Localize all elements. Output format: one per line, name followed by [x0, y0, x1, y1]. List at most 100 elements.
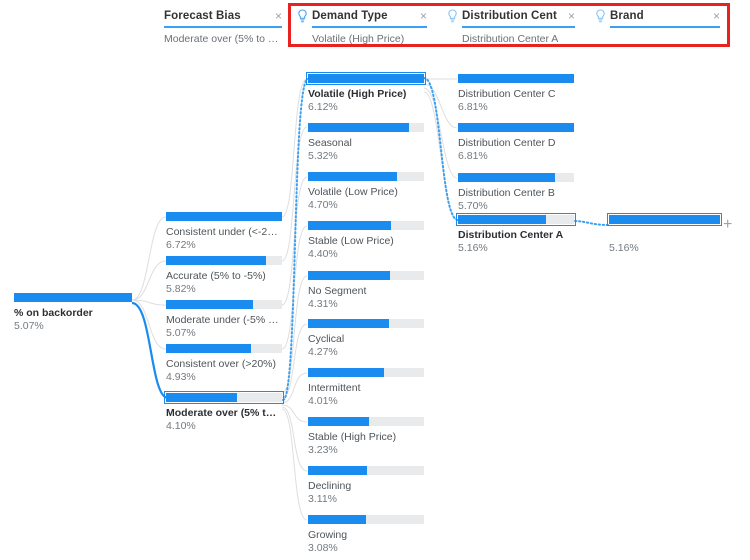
tree-node-no-segment[interactable]: No Segment 4.31%: [308, 271, 424, 310]
lightbulb-icon: [595, 9, 606, 23]
header-brand[interactable]: Brand ×: [595, 8, 720, 33]
tree-node-volatile-high-price[interactable]: Volatile (High Price) 6.12%: [306, 72, 426, 113]
bar-fill: [166, 393, 237, 402]
tree-node-growing[interactable]: Growing 3.08%: [308, 515, 424, 554]
node-value: 4.27%: [308, 346, 338, 358]
bar-fill: [308, 123, 409, 132]
tree-node-dc-a[interactable]: Distribution Center A 5.16%: [456, 213, 576, 254]
node-label: Seasonal: [308, 137, 352, 149]
node-label: Moderate over (5% t…: [166, 407, 277, 419]
header-forecast-bias[interactable]: Forecast Bias × Moderate over (5% to …: [164, 8, 282, 45]
header-title: Forecast Bias: [164, 10, 241, 22]
bar-track: [164, 391, 284, 404]
node-value: 4.01%: [308, 395, 338, 407]
node-label: Consistent under (<-2…: [166, 226, 278, 238]
tree-node-dc-c[interactable]: Distribution Center C 6.81%: [458, 74, 574, 113]
node-label: % on backorder: [14, 307, 93, 319]
node-value: 5.16%: [458, 242, 488, 254]
bar-track: [456, 213, 576, 226]
header-title: Demand Type: [312, 10, 388, 22]
tree-node-intermittent[interactable]: Intermittent 4.01%: [308, 368, 424, 407]
bar-fill: [308, 221, 392, 230]
node-label: Growing: [308, 529, 348, 541]
bar-track: [308, 172, 424, 181]
link-volatile-to-dc-a: [423, 77, 459, 221]
tree-node-dc-b[interactable]: Distribution Center B 5.70%: [458, 173, 574, 212]
node-label: Distribution Center B: [458, 187, 555, 199]
tree-node-dc-d[interactable]: Distribution Center D 6.81%: [458, 123, 574, 162]
bar-track: [308, 466, 424, 475]
bar-track: [458, 173, 574, 182]
node-value: 5.16%: [609, 242, 639, 254]
tree-node-accurate[interactable]: Accurate (5% to -5%) 5.82%: [166, 256, 282, 295]
bar-track: [308, 271, 424, 280]
bar-track: [308, 123, 424, 132]
link-moderate-over-to-volatile: [282, 78, 309, 401]
tree-node-cyclical[interactable]: Cyclical 4.27%: [308, 319, 424, 358]
tree-node-stable-low-price[interactable]: Stable (Low Price) 4.40%: [308, 221, 424, 260]
bar-fill: [166, 344, 252, 353]
header-underline: [312, 26, 427, 28]
bar-fill: [308, 368, 384, 377]
bar-fill: [308, 319, 389, 328]
bar-fill: [609, 215, 720, 224]
header-underline: [164, 26, 282, 28]
bar-track: [166, 300, 282, 309]
bar-track: [14, 293, 132, 302]
node-value: 5.07%: [14, 320, 44, 332]
add-level-button[interactable]: +: [723, 217, 732, 233]
tree-node-consistent-under[interactable]: Consistent under (<-2… 6.72%: [166, 212, 282, 251]
node-value: 6.12%: [308, 101, 338, 113]
node-value: 3.23%: [308, 444, 338, 456]
node-value: 4.31%: [308, 298, 338, 310]
bar-fill: [308, 466, 367, 475]
tree-node-seasonal[interactable]: Seasonal 5.32%: [308, 123, 424, 162]
node-label: Distribution Center A: [458, 229, 564, 241]
node-value: 6.81%: [458, 101, 488, 113]
tree-node-stable-high-price[interactable]: Stable (High Price) 3.23%: [308, 417, 424, 456]
close-icon[interactable]: ×: [414, 10, 427, 22]
node-value: 4.40%: [308, 248, 338, 260]
header-subtitle: Volatile (High Price): [312, 32, 405, 45]
tree-node-moderate-over[interactable]: Moderate over (5% t… 4.10%: [164, 391, 284, 432]
close-icon[interactable]: ×: [269, 10, 282, 22]
node-value: 4.10%: [166, 420, 196, 432]
close-icon[interactable]: ×: [562, 10, 575, 22]
close-icon[interactable]: ×: [707, 10, 720, 22]
node-label: Distribution Center C: [458, 88, 556, 100]
tree-node-consistent-over[interactable]: Consistent over (>20%) 4.93%: [166, 344, 282, 383]
node-value: 3.08%: [308, 542, 338, 554]
node-value: 5.70%: [458, 200, 488, 212]
tree-node-root[interactable]: % on backorder 5.07%: [14, 293, 132, 332]
node-label: Declining: [308, 480, 352, 492]
tree-node-brand-total[interactable]: 5.16%: [607, 213, 722, 254]
node-value: 3.11%: [308, 493, 337, 505]
node-label: Cyclical: [308, 333, 345, 345]
bar-fill: [308, 74, 424, 83]
node-label: Intermittent: [308, 382, 361, 394]
tree-node-moderate-under[interactable]: Moderate under (-5% … 5.07%: [166, 300, 282, 339]
bar-fill: [458, 123, 574, 132]
bar-track: [306, 72, 426, 85]
header-distribution-center[interactable]: Distribution Cent… × Distribution Center…: [447, 8, 575, 45]
bar-fill: [166, 256, 267, 265]
bar-fill: [308, 271, 390, 280]
tree-node-volatile-low-price[interactable]: Volatile (Low Price) 4.70%: [308, 172, 424, 211]
node-label: Stable (Low Price): [308, 235, 394, 247]
node-label: Distribution Center D: [458, 137, 556, 149]
header-subtitle: Moderate over (5% to …: [164, 32, 279, 45]
header-title: Distribution Cent…: [462, 10, 558, 22]
bar-track: [166, 344, 282, 353]
node-label: No Segment: [308, 285, 367, 297]
bar-fill: [166, 300, 254, 309]
node-label: Accurate (5% to -5%): [166, 270, 266, 282]
bar-track: [308, 368, 424, 377]
link-dc-a-to-brand: [574, 220, 609, 226]
header-subtitle: Distribution Center A: [462, 32, 559, 45]
node-value: 4.70%: [308, 199, 338, 211]
node-value: 6.72%: [166, 239, 196, 251]
bar-track: [458, 123, 574, 132]
tree-node-declining[interactable]: Declining 3.11%: [308, 466, 424, 505]
header-demand-type[interactable]: Demand Type × Volatile (High Price): [297, 8, 427, 45]
node-label: Moderate under (-5% …: [166, 314, 279, 326]
